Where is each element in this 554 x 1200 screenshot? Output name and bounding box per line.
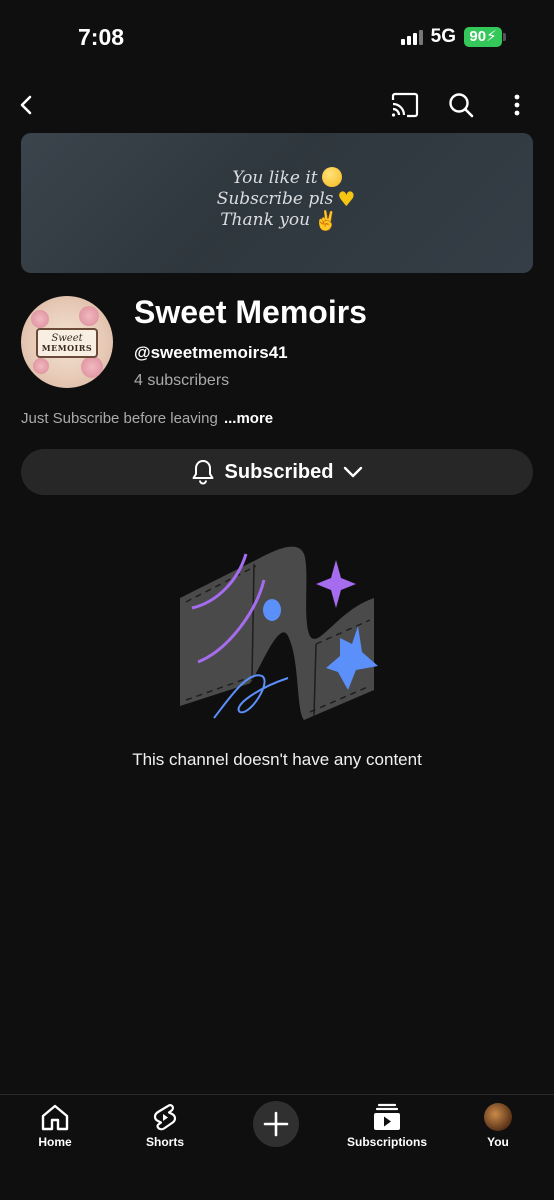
subscribed-label: Subscribed	[224, 460, 334, 483]
create-button[interactable]	[253, 1101, 299, 1147]
chevron-down-icon	[344, 466, 363, 478]
cast-icon	[391, 92, 419, 118]
subscribed-button[interactable]: Subscribed	[21, 449, 533, 495]
back-button[interactable]	[8, 86, 46, 124]
banner-text: You like it Subscribe pls ♥ Thank you ✌	[216, 167, 356, 232]
nav-create[interactable]	[226, 1101, 326, 1147]
nav-label: You	[487, 1135, 509, 1149]
victory-hand-emoji-icon: ✌	[314, 210, 338, 232]
battery-icon: 90⚡	[464, 27, 506, 47]
status-bar: 7:08 5G 90⚡	[0, 0, 554, 76]
nav-label: Subscriptions	[346, 1135, 427, 1149]
status-time: 7:08	[78, 24, 125, 50]
plus-icon	[263, 1111, 289, 1137]
channel-name: Sweet Memoirs	[134, 294, 367, 330]
nav-you[interactable]: You	[448, 1103, 548, 1149]
search-icon	[449, 93, 474, 118]
nav-subscriptions[interactable]: Subscriptions	[337, 1103, 437, 1149]
home-icon	[41, 1104, 69, 1131]
more-link[interactable]: ...more	[224, 410, 273, 427]
shorts-icon	[153, 1104, 177, 1131]
nav-label: Home	[38, 1135, 72, 1149]
bell-icon	[192, 460, 214, 485]
channel-avatar[interactable]: Sweet MEMOIRS	[21, 296, 113, 388]
battery-level: 90⚡	[464, 27, 502, 47]
search-button[interactable]	[442, 86, 480, 124]
network-label: 5G	[430, 26, 456, 47]
avatar-logo: Sweet MEMOIRS	[36, 328, 98, 358]
profile-avatar	[484, 1103, 512, 1131]
more-options-button[interactable]	[498, 86, 536, 124]
empty-state-message: This channel doesn't have any content	[132, 750, 422, 769]
nav-label: Shorts	[145, 1135, 184, 1149]
cast-button[interactable]	[386, 86, 424, 124]
empty-channel-illustration	[180, 546, 378, 720]
channel-description[interactable]: Just Subscribe before leaving ...more	[21, 410, 273, 427]
channel-handle: @sweetmemoirs41	[134, 343, 288, 362]
heart-emoji-icon: ♥	[337, 187, 356, 211]
smile-emoji-icon	[321, 167, 342, 187]
top-app-bar	[0, 80, 554, 130]
nav-shorts[interactable]: Shorts	[115, 1103, 215, 1149]
subscriptions-icon	[374, 1103, 400, 1130]
bottom-navigation: Home Shorts Subscriptions You	[0, 1094, 554, 1200]
status-indicators: 5G 90⚡	[400, 26, 506, 48]
nav-home[interactable]: Home	[5, 1103, 105, 1149]
channel-banner[interactable]: You like it Subscribe pls ♥ Thank you ✌	[21, 133, 533, 273]
signal-icon	[400, 29, 423, 45]
more-vert-icon	[514, 94, 520, 116]
back-arrow-icon	[20, 95, 32, 115]
subscriber-count: 4 subscribers	[134, 372, 230, 389]
